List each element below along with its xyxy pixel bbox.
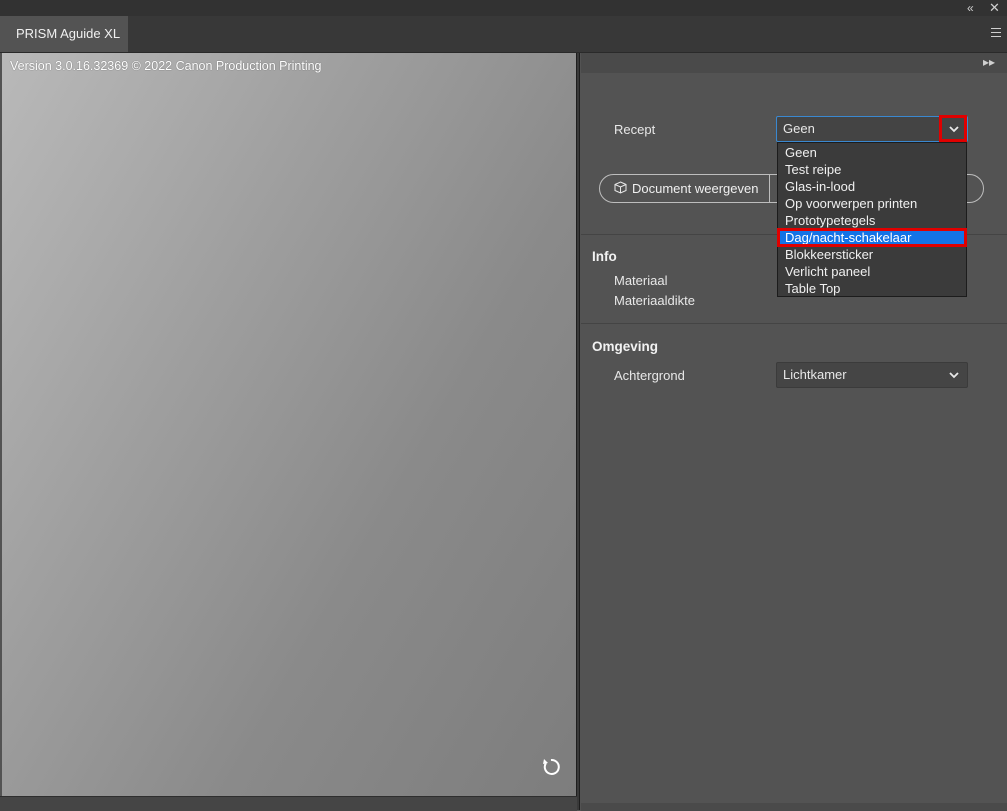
dropdown-toggle-highlight bbox=[939, 115, 967, 142]
panel-menu-icon[interactable] bbox=[991, 25, 1001, 43]
achtergrond-label: Achtergrond bbox=[614, 368, 685, 383]
achtergrond-select[interactable]: Lichtkamer bbox=[776, 362, 968, 388]
preview-status-bar bbox=[0, 796, 577, 811]
document-weergeven-button[interactable]: Document weergeven bbox=[600, 175, 770, 202]
cube-icon bbox=[614, 181, 627, 194]
achtergrond-selected-value: Lichtkamer bbox=[783, 367, 847, 382]
recept-label: Recept bbox=[614, 122, 656, 137]
recept-option[interactable]: Test reipe bbox=[778, 161, 966, 178]
collapse-panels-icon[interactable]: « bbox=[967, 0, 974, 16]
version-text: Version 3.0.16.32369 © 2022 Canon Produc… bbox=[10, 59, 322, 73]
preview-area[interactable]: Version 3.0.16.32369 © 2022 Canon Produc… bbox=[2, 53, 576, 796]
reset-view-icon[interactable] bbox=[540, 756, 562, 778]
recept-option[interactable]: Prototypetegels bbox=[778, 212, 966, 229]
recept-option[interactable]: Verlicht paneel bbox=[778, 263, 966, 280]
expand-panel-icon[interactable]: ▸▸ bbox=[983, 55, 995, 69]
document-weergeven-label: Document weergeven bbox=[632, 181, 759, 196]
recept-option[interactable]: Op voorwerpen printen bbox=[778, 195, 966, 212]
materiaal-label: Materiaal bbox=[614, 273, 668, 288]
chevron-down-icon[interactable] bbox=[947, 368, 961, 382]
recept-option[interactable]: Blokkeersticker bbox=[778, 246, 966, 263]
tab-prism-aguide[interactable]: PRISM Aguide XL bbox=[0, 16, 128, 52]
settings-panel-header: ▸▸ bbox=[581, 53, 1007, 73]
divider bbox=[581, 323, 1007, 324]
top-strip: « ✕ bbox=[0, 0, 1007, 16]
info-heading: Info bbox=[592, 249, 617, 264]
splitter-handle[interactable] bbox=[576, 53, 580, 810]
materiaaldikte-label: Materiaaldikte bbox=[614, 293, 695, 308]
recept-option[interactable]: Geen bbox=[778, 144, 966, 161]
omgeving-heading: Omgeving bbox=[592, 339, 659, 354]
recept-option-highlighted[interactable]: Dag/nacht-schakelaar bbox=[777, 228, 967, 247]
recept-option[interactable]: Table Top bbox=[778, 280, 966, 297]
panel-tab-bar: PRISM Aguide XL bbox=[0, 16, 1007, 53]
recept-dropdown-list: Geen Test reipe Glas-in-lood Op voorwerp… bbox=[777, 142, 967, 297]
settings-panel: ▸▸ Recept Geen Document weergeven Info M… bbox=[581, 53, 1007, 803]
recept-option[interactable]: Glas-in-lood bbox=[778, 178, 966, 195]
recept-selected-value: Geen bbox=[783, 121, 815, 136]
close-icon[interactable]: ✕ bbox=[989, 0, 1000, 16]
